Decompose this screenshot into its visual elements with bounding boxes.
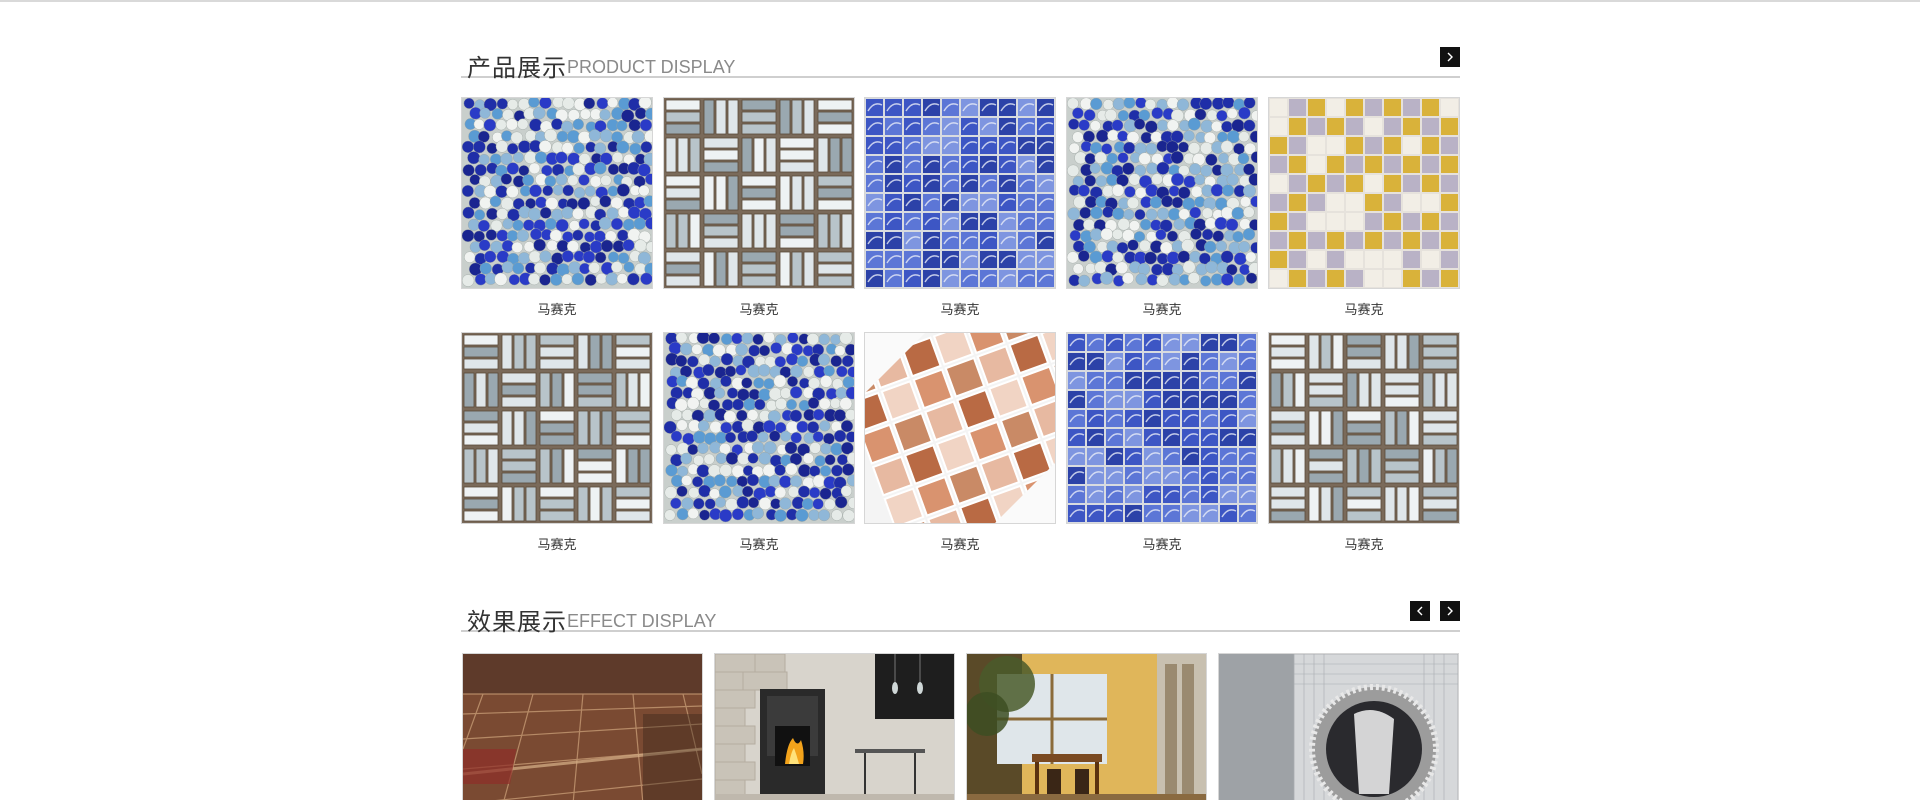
product-image[interactable] [1066, 332, 1258, 524]
product-caption[interactable]: 马赛克 [1066, 299, 1258, 318]
product-row-2: 马赛克 马赛克 马赛克 马赛克 马赛克 [461, 332, 1460, 562]
product-card[interactable]: 马赛克 [663, 332, 855, 553]
product-image[interactable] [864, 332, 1056, 524]
product-image[interactable] [461, 97, 653, 289]
product-card[interactable]: 马赛克 [663, 97, 855, 318]
product-card[interactable]: 马赛克 [1268, 97, 1460, 318]
product-image[interactable] [461, 332, 653, 524]
product-section-subtitle: PRODUCT DISPLAY [567, 57, 736, 77]
product-row-1: 马赛克 马赛克 马赛克 马赛克 马赛克 [461, 97, 1460, 327]
effect-image[interactable] [462, 653, 703, 800]
product-caption[interactable]: 马赛克 [663, 299, 855, 318]
product-caption[interactable]: 马赛克 [864, 534, 1056, 553]
product-image[interactable] [663, 97, 855, 289]
effect-image[interactable] [714, 653, 955, 800]
product-image[interactable] [1268, 97, 1460, 289]
product-card[interactable]: 马赛克 [864, 97, 1056, 318]
product-section-title: 产品展示 [467, 54, 567, 82]
chevron-right-icon [1447, 606, 1453, 616]
product-caption[interactable]: 马赛克 [1268, 534, 1460, 553]
effect-section: 效果展示 EFFECT DISPLAY [461, 594, 1460, 636]
dining-room-scene [967, 654, 1206, 800]
product-caption[interactable]: 马赛克 [1066, 534, 1258, 553]
product-next-button[interactable] [1440, 47, 1460, 67]
effect-next-button[interactable] [1440, 601, 1460, 621]
effect-gallery [461, 653, 1460, 800]
product-section: 产品展示 PRODUCT DISPLAY [461, 40, 1460, 82]
product-caption[interactable]: 马赛克 [663, 534, 855, 553]
product-image[interactable] [1066, 97, 1258, 289]
product-card[interactable]: 马赛克 [461, 332, 653, 553]
product-caption[interactable]: 马赛克 [864, 299, 1056, 318]
product-card[interactable]: 马赛克 [1268, 332, 1460, 553]
effect-image[interactable] [966, 653, 1207, 800]
product-caption[interactable]: 马赛克 [461, 299, 653, 318]
product-image[interactable] [1268, 332, 1460, 524]
product-image[interactable] [663, 332, 855, 524]
effect-section-title: 效果展示 [467, 608, 567, 636]
effect-image[interactable] [1218, 653, 1459, 800]
effect-section-header: 效果展示 EFFECT DISPLAY [461, 594, 1460, 636]
chevron-right-icon [1447, 52, 1453, 62]
top-divider [0, 0, 1920, 2]
mosaic-mirror-scene [1219, 654, 1458, 800]
product-image[interactable] [864, 97, 1056, 289]
chevron-left-icon [1417, 606, 1423, 616]
tiled-floor-scene [463, 654, 702, 800]
product-card[interactable]: 马赛克 [1066, 332, 1258, 553]
product-caption[interactable]: 马赛克 [461, 534, 653, 553]
fireplace-room-scene [715, 654, 954, 800]
product-card[interactable]: 马赛克 [1066, 97, 1258, 318]
product-card[interactable]: 马赛克 [864, 332, 1056, 553]
product-section-header: 产品展示 PRODUCT DISPLAY [461, 40, 1460, 82]
effect-section-subtitle: EFFECT DISPLAY [567, 611, 717, 631]
product-card[interactable]: 马赛克 [461, 97, 653, 318]
product-caption[interactable]: 马赛克 [1268, 299, 1460, 318]
effect-prev-button[interactable] [1410, 601, 1430, 621]
